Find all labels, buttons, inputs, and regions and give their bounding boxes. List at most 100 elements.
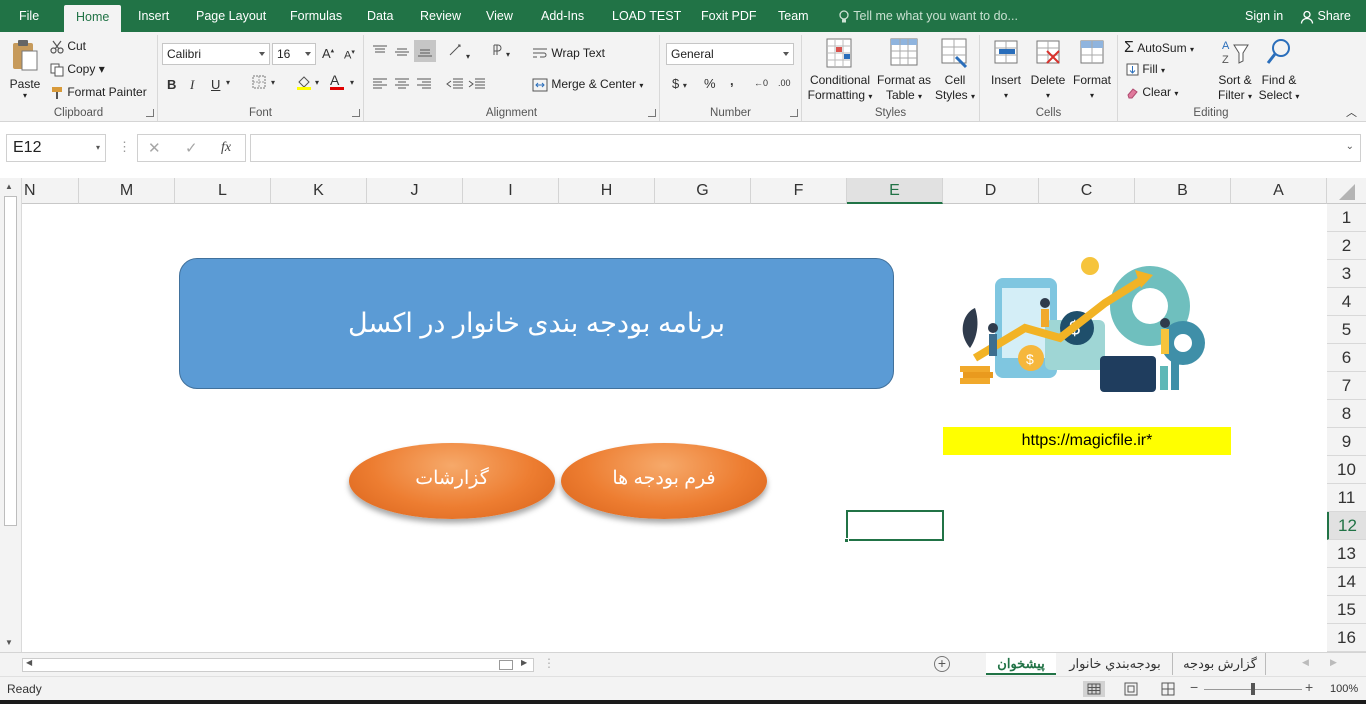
format-as-table-button[interactable]: Format as Table ▾ — [876, 37, 932, 104]
page-break-view-icon[interactable] — [1157, 681, 1179, 697]
row-header[interactable]: 11 — [1327, 484, 1366, 512]
scroll-down-icon[interactable]: ▼ — [5, 638, 13, 647]
cell-styles-button[interactable]: Cell Styles ▾ — [934, 37, 976, 104]
decrease-indent-icon[interactable] — [446, 77, 464, 94]
column-header[interactable]: J — [367, 178, 463, 204]
zoom-out-icon[interactable]: − — [1190, 679, 1198, 695]
delete-cells-button[interactable]: Delete ▾ — [1028, 37, 1068, 103]
column-header[interactable]: N — [22, 178, 79, 204]
underline-button[interactable]: U — [211, 77, 220, 92]
collapse-ribbon-icon[interactable]: ︿ — [1346, 104, 1357, 120]
row-header[interactable]: 1 — [1327, 204, 1366, 232]
tab-foxit-pdf[interactable]: Foxit PDF — [701, 0, 757, 32]
zoom-in-icon[interactable]: + — [1305, 679, 1313, 695]
number-format-select[interactable]: General — [666, 43, 794, 65]
format-painter-button[interactable]: Format Painter — [50, 85, 147, 100]
column-header[interactable]: C — [1039, 178, 1135, 204]
decrease-decimal-icon[interactable]: .00 — [778, 78, 791, 88]
cancel-icon[interactable]: ✕ — [148, 139, 161, 157]
align-right-icon[interactable] — [416, 77, 432, 94]
row-header[interactable]: 10 — [1327, 456, 1366, 484]
column-header[interactable]: K — [271, 178, 367, 204]
tab-split-icon[interactable]: ⋮ — [543, 656, 555, 670]
column-header[interactable]: M — [79, 178, 175, 204]
row-header[interactable]: 7 — [1327, 372, 1366, 400]
formula-input[interactable]: ⌄ — [250, 134, 1361, 162]
underline-dropdown-icon[interactable]: ▾ — [226, 78, 230, 87]
website-url[interactable]: https://magicfile.ir* — [943, 427, 1231, 455]
column-header-selected[interactable]: E — [847, 178, 943, 204]
increase-indent-icon[interactable] — [468, 77, 486, 94]
sheet-tab-dashboard[interactable]: پیشخوان — [986, 653, 1056, 675]
tab-page-layout[interactable]: Page Layout — [196, 0, 266, 32]
column-header[interactable]: F — [751, 178, 847, 204]
sheet-tab-budget-report[interactable]: گزارش بودجه — [1175, 653, 1266, 675]
column-header[interactable]: A — [1231, 178, 1327, 204]
paste-button[interactable]: Paste ▾ — [6, 39, 44, 100]
align-middle-icon[interactable] — [394, 45, 410, 62]
fill-color-icon[interactable] — [296, 74, 312, 93]
normal-view-icon[interactable] — [1083, 681, 1105, 697]
row-header[interactable]: 8 — [1327, 400, 1366, 428]
tab-file[interactable]: File — [19, 0, 39, 32]
tab-load-test[interactable]: LOAD TEST — [612, 0, 681, 32]
align-left-icon[interactable] — [372, 77, 388, 94]
italic-button[interactable]: I — [190, 77, 194, 93]
align-top-icon[interactable] — [372, 45, 388, 62]
sheet-nav-next-icon[interactable]: ▶ — [1330, 657, 1337, 668]
cut-button[interactable]: Cut — [50, 39, 86, 54]
select-all-corner[interactable] — [1327, 178, 1366, 204]
font-color-icon[interactable]: A — [330, 73, 344, 90]
percent-button[interactable]: % — [704, 76, 716, 91]
horizontal-scrollbar[interactable]: ◀ ▶ — [22, 658, 534, 672]
increase-decimal-icon[interactable]: ←0 — [754, 78, 768, 88]
vertical-scroll-thumb[interactable] — [4, 196, 17, 526]
tab-insert[interactable]: Insert — [138, 0, 169, 32]
insert-cells-button[interactable]: Insert ▾ — [986, 37, 1026, 103]
wrap-text-button[interactable]: Wrap Text — [532, 46, 605, 61]
sheet-tab-household-budget[interactable]: بودجه‌بندي خانوار — [1058, 653, 1173, 675]
vertical-scrollbar[interactable]: ▲ ▼ — [0, 178, 22, 652]
merge-center-button[interactable]: Merge & Center ▾ — [532, 77, 643, 92]
insert-function-icon[interactable]: fx — [221, 140, 231, 156]
row-header[interactable]: 2 — [1327, 232, 1366, 260]
active-cell[interactable] — [844, 510, 944, 543]
font-launcher-icon[interactable] — [352, 109, 360, 117]
currency-button[interactable]: $ ▾ — [672, 76, 687, 91]
borders-dropdown-icon[interactable]: ▾ — [271, 78, 275, 87]
enter-check-icon[interactable]: ✓ — [185, 139, 198, 157]
column-header[interactable]: G — [655, 178, 751, 204]
rtl-direction-icon[interactable]: ▾ — [488, 43, 510, 60]
tab-home[interactable]: Home — [64, 5, 122, 32]
tab-formulas[interactable]: Formulas — [290, 0, 342, 32]
page-layout-view-icon[interactable] — [1120, 681, 1142, 697]
align-center-icon[interactable] — [394, 77, 410, 94]
column-header[interactable]: L — [175, 178, 271, 204]
row-header[interactable]: 4 — [1327, 288, 1366, 316]
tab-add-ins[interactable]: Add-Ins — [541, 0, 584, 32]
row-header-selected[interactable]: 12 — [1327, 512, 1366, 540]
shrink-font-icon[interactable]: A▾ — [344, 48, 355, 62]
alignment-launcher-icon[interactable] — [648, 109, 656, 117]
conditional-formatting-button[interactable]: Conditional Formatting ▾ — [806, 37, 874, 104]
row-header[interactable]: 16 — [1327, 624, 1366, 652]
font-name-select[interactable]: Calibri — [162, 43, 270, 65]
row-header[interactable]: 5 — [1327, 316, 1366, 344]
expand-formula-icon[interactable]: ⌄ — [1346, 141, 1354, 152]
clipboard-launcher-icon[interactable] — [146, 109, 154, 117]
row-header[interactable]: 6 — [1327, 344, 1366, 372]
budget-form-button[interactable]: فرم بودجه ها — [561, 443, 767, 519]
column-header[interactable]: H — [559, 178, 655, 204]
row-header[interactable]: 3 — [1327, 260, 1366, 288]
zoom-slider[interactable] — [1204, 683, 1302, 695]
row-header[interactable]: 9 — [1327, 428, 1366, 456]
tab-review[interactable]: Review — [420, 0, 461, 32]
fill-color-dropdown-icon[interactable]: ▾ — [315, 78, 319, 87]
format-cells-button[interactable]: Format ▾ — [1070, 37, 1114, 103]
row-header[interactable]: 13 — [1327, 540, 1366, 568]
find-select-button[interactable]: Find & Select ▾ — [1258, 37, 1300, 104]
copy-button[interactable]: Copy ▾ — [50, 62, 105, 77]
tell-me-search[interactable]: Tell me what you want to do... — [838, 0, 1018, 32]
column-header[interactable]: I — [463, 178, 559, 204]
scroll-up-icon[interactable]: ▲ — [5, 182, 13, 191]
